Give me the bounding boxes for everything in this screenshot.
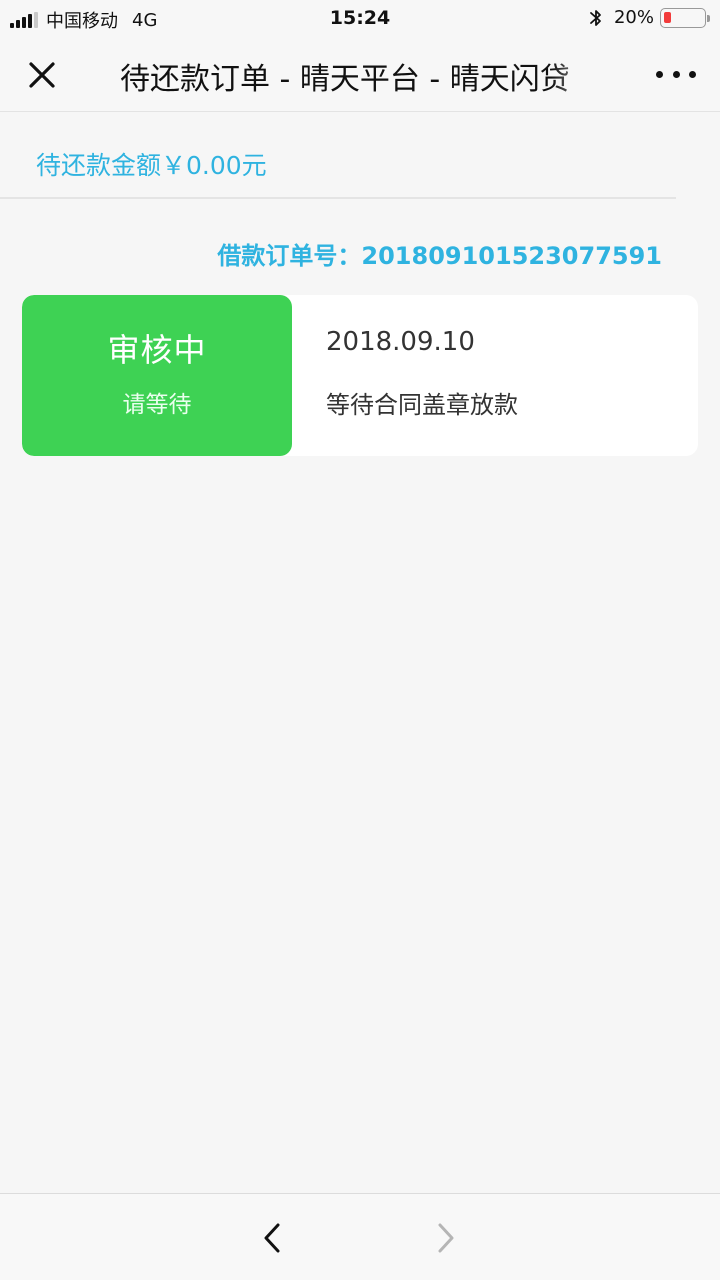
back-chevron-icon[interactable] [258,1222,288,1254]
status-badge: 审核中 请等待 [22,295,292,456]
page-title: 待还款订单 - 晴天平台 - 晴天闪贷 [120,62,570,94]
battery-percent: 20% [613,7,654,28]
pending-amount: 待还款金额￥0.00元 [36,151,267,180]
bluetooth-icon [590,9,601,26]
status-title: 审核中 [107,331,207,369]
status-subtitle: 请等待 [122,392,192,418]
status-bar: 中国移动 4G 15:24 20% [0,0,720,36]
status-right: 20% [588,7,710,28]
forward-chevron-icon[interactable] [430,1222,460,1254]
order-card[interactable]: 审核中 请等待 2018.09.10 等待合同盖章放款 [22,295,698,456]
nav-bar: 待还款订单 - 晴天平台 - 晴天闪贷 [0,36,720,112]
repayment-summary: 待还款金额￥0.00元 [0,112,676,199]
more-icon[interactable] [656,64,696,84]
battery-icon [660,7,710,28]
battery-level-fill [664,11,671,23]
order-date: 2018.09.10 [326,327,475,357]
order-description: 等待合同盖章放款 [326,391,518,419]
order-number: 借款订单号：201809101523077591 [217,242,662,270]
close-icon[interactable] [22,55,62,95]
bottom-toolbar [0,1193,720,1280]
